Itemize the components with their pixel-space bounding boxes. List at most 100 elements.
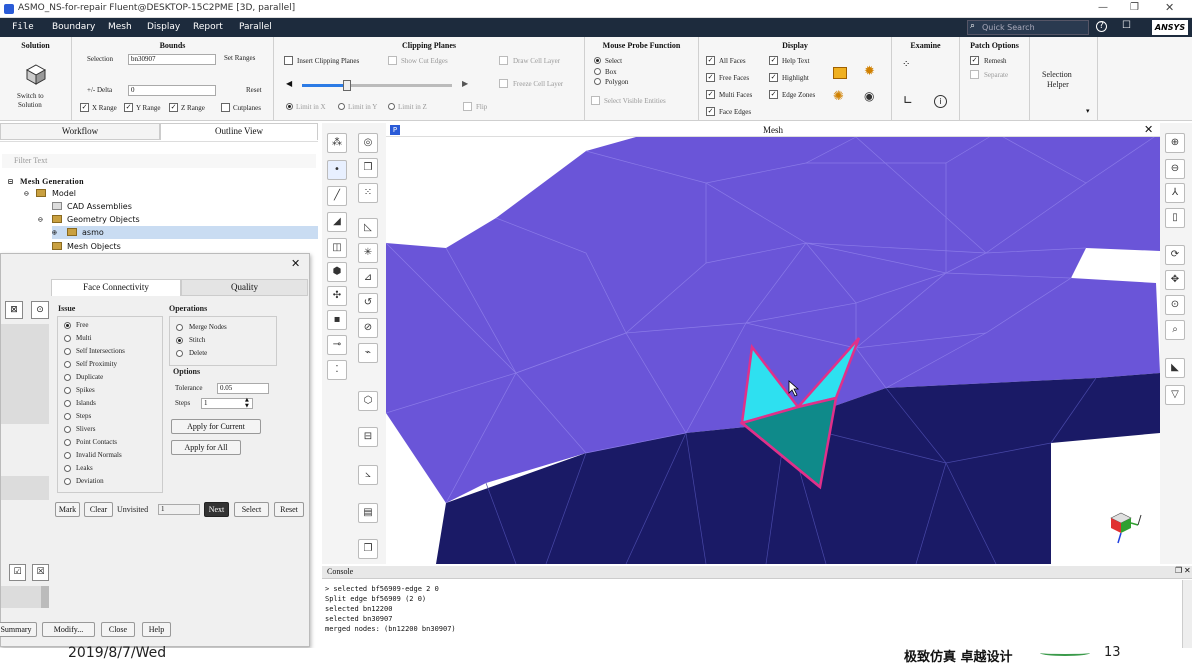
sun-icon[interactable]: ✹ <box>864 64 875 79</box>
tool-3-icon[interactable]: ⊿ <box>358 268 378 288</box>
draw-cell-checkbox[interactable] <box>499 56 508 65</box>
issue-radio-deviation[interactable] <box>64 478 71 485</box>
tree-geometry-objects[interactable]: Geometry Objects <box>67 215 140 224</box>
edge-zones-checkbox[interactable]: ✓ <box>769 90 778 99</box>
tree-expander-geom[interactable]: ⊖ <box>38 215 43 224</box>
tool-2-icon[interactable]: ✳ <box>358 243 378 263</box>
steps-spinner-icon[interactable]: ▲ ▼ <box>245 397 249 409</box>
page-icon[interactable]: ▯ <box>1165 208 1185 228</box>
flip-checkbox[interactable] <box>463 102 472 111</box>
all-faces-checkbox[interactable]: ✓ <box>706 56 715 65</box>
menu-report[interactable]: Report <box>193 22 223 32</box>
tree-expander-model[interactable]: ⊖ <box>24 189 29 198</box>
tool-6-icon[interactable]: ⌁ <box>358 343 378 363</box>
close-viewport-icon[interactable]: ✕ <box>1144 123 1153 136</box>
tool-5-icon[interactable]: ⊘ <box>358 318 378 338</box>
tree-mesh-generation[interactable]: Mesh Generation <box>20 177 84 186</box>
modify-button[interactable]: Modify... <box>42 622 95 637</box>
zoom-box-icon[interactable]: ⊙ <box>1165 295 1185 315</box>
mark-button[interactable]: Mark <box>55 502 80 517</box>
minimize-icon[interactable]: — <box>1098 2 1108 13</box>
slider-right-arrow[interactable]: ▶ <box>462 79 468 88</box>
tab-face-connectivity[interactable]: Face Connectivity <box>51 279 181 296</box>
nodes-icon[interactable]: ⁘ <box>902 59 910 70</box>
close-window-icon[interactable]: ✕ <box>1165 1 1174 14</box>
issue-radio-self-intersections[interactable] <box>64 348 71 355</box>
tree-cad-assemblies[interactable]: CAD Assemblies <box>67 202 132 211</box>
show-cut-checkbox[interactable] <box>388 56 397 65</box>
switch-to-solution-button[interactable]: Switch to Solution <box>10 61 62 111</box>
mesh-canvas[interactable] <box>386 123 1160 564</box>
cluster-icon[interactable]: ⁙ <box>358 183 378 203</box>
zoom-fit-icon[interactable]: ⌕ <box>1165 320 1185 340</box>
tab-workflow[interactable]: Workflow <box>0 123 160 140</box>
face-edges-checkbox[interactable]: ✓ <box>706 107 715 116</box>
multi-faces-checkbox[interactable]: ✓ <box>706 90 715 99</box>
freeze-cell-checkbox[interactable] <box>499 79 508 88</box>
chart-icon[interactable]: ⦣ <box>358 465 378 485</box>
light-icon[interactable]: ✺ <box>833 89 844 104</box>
grid-icon[interactable]: ⁚ <box>327 360 347 380</box>
point-icon[interactable]: • <box>327 160 347 180</box>
tool-4-icon[interactable]: ↺ <box>358 293 378 313</box>
menu-display[interactable]: Display <box>147 22 180 32</box>
tolerance-input[interactable]: 0.05 <box>217 383 269 394</box>
limit-z-radio[interactable] <box>388 103 395 110</box>
funnel-icon[interactable]: ▽ <box>1165 385 1185 405</box>
object-icon[interactable]: ⬢ <box>327 262 347 282</box>
stitch-radio[interactable] <box>176 337 183 344</box>
delta-input[interactable]: 0 <box>128 85 216 96</box>
issue-radio-steps[interactable] <box>64 413 71 420</box>
cutplanes-checkbox[interactable] <box>221 103 230 112</box>
x-range-checkbox[interactable]: ✓ <box>80 103 89 112</box>
dialog-tool-icon-2[interactable]: ⊙ <box>31 301 49 319</box>
chevron-down-icon[interactable]: ▾ <box>1086 107 1090 115</box>
select-button[interactable]: Select <box>234 502 269 517</box>
zoom-face-icon[interactable]: ◎ <box>358 133 378 153</box>
probe-select-radio[interactable] <box>594 57 601 64</box>
pick-icon[interactable]: ⁂ <box>327 133 347 153</box>
clip-slider-track[interactable] <box>302 80 452 91</box>
axes-icon[interactable]: ⅄ <box>1165 183 1185 203</box>
summary-button[interactable]: Summary <box>0 622 37 637</box>
tool-8-icon[interactable]: ⊟ <box>358 427 378 447</box>
limit-x-radio[interactable] <box>286 103 293 110</box>
position-icon[interactable]: ⊸ <box>327 335 347 355</box>
console-close-icon[interactable]: ✕ <box>1184 566 1191 575</box>
cube-small-icon[interactable]: ❒ <box>358 158 378 178</box>
dialog-tool-icon-1[interactable]: ⊠ <box>5 301 23 319</box>
face-icon[interactable]: ◢ <box>327 212 347 232</box>
close-dialog-icon[interactable]: ✕ <box>291 257 300 270</box>
unvisited-input[interactable]: 1 <box>158 504 200 515</box>
probe-icon[interactable]: ◣ <box>1165 358 1185 378</box>
set-ranges-button[interactable]: Set Ranges <box>224 54 255 62</box>
zoom-out-icon[interactable]: ⊖ <box>1165 159 1185 179</box>
merge-nodes-radio[interactable] <box>176 324 183 331</box>
selection-input[interactable]: bn30907 <box>128 54 216 65</box>
eye-icon[interactable]: ◉ <box>864 89 874 103</box>
console-restore-icon[interactable]: ❐ <box>1175 566 1182 575</box>
report-icon[interactable]: ▤ <box>358 503 378 523</box>
tool-7-icon[interactable]: ⬡ <box>358 391 378 411</box>
tab-quality[interactable]: Quality <box>181 279 308 296</box>
menu-parallel[interactable]: Parallel <box>239 22 272 32</box>
apply-all-button[interactable]: Apply for All <box>171 440 241 455</box>
help-button[interactable]: Help <box>142 622 171 637</box>
z-range-checkbox[interactable]: ✓ <box>169 103 178 112</box>
angle-icon[interactable]: ∟ <box>903 93 913 107</box>
settings-icon[interactable]: ☐ <box>1122 20 1131 31</box>
slider-left-arrow[interactable]: ◀ <box>286 79 292 88</box>
help-icon[interactable]: ? <box>1096 21 1107 32</box>
issue-radio-free[interactable] <box>64 322 71 329</box>
clear-button[interactable]: Clear <box>84 502 113 517</box>
pan-icon[interactable]: ✥ <box>1165 270 1185 290</box>
issue-radio-slivers[interactable] <box>64 426 71 433</box>
insert-clipping-checkbox[interactable] <box>284 56 293 65</box>
display-color-icon[interactable] <box>833 67 847 79</box>
select-visible-checkbox[interactable] <box>591 96 600 105</box>
limit-y-radio[interactable] <box>338 103 345 110</box>
tree-expander-root[interactable]: ⊟ <box>8 177 13 186</box>
menu-boundary[interactable]: Boundary <box>52 22 95 32</box>
highlight-checkbox[interactable]: ✓ <box>769 73 778 82</box>
issue-radio-invalid-normals[interactable] <box>64 452 71 459</box>
